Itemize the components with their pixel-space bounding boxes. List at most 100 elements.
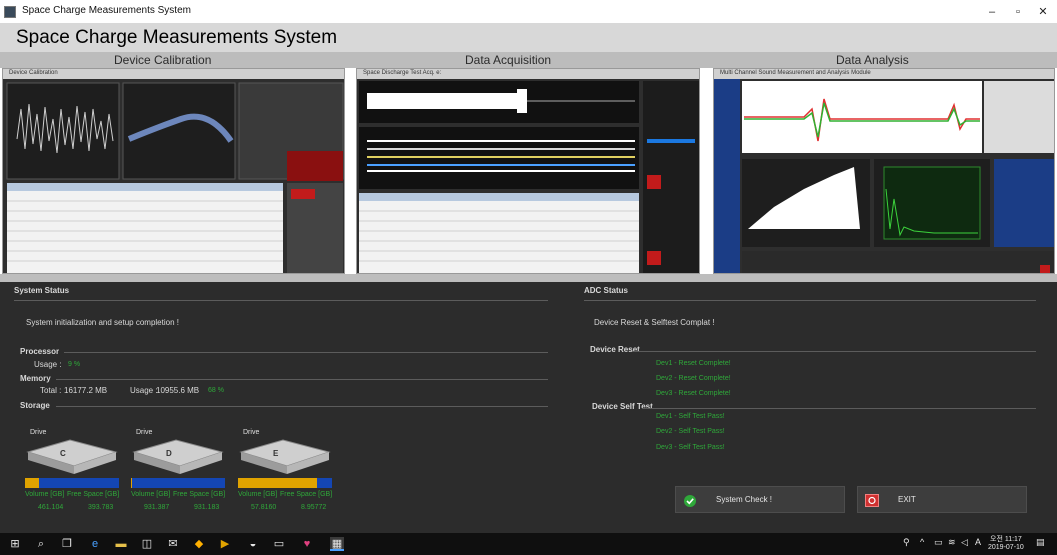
divider: [632, 351, 1036, 352]
processor-usage-value: 9 %: [68, 361, 81, 368]
browser-icon[interactable]: e: [88, 537, 102, 551]
tray-date[interactable]: 2019-07-10: [988, 544, 1024, 551]
maximize-button[interactable]: ▫: [1007, 3, 1029, 21]
task-view-icon[interactable]: ❐: [60, 537, 74, 551]
drive-label: Drive: [136, 429, 153, 436]
tray-wifi-icon[interactable]: ≋: [948, 537, 956, 548]
divider: [56, 379, 548, 380]
exit-label: EXIT: [898, 495, 916, 504]
tray-time[interactable]: 오전 11:17: [990, 534, 1022, 544]
acquisition-preview-caption: Space Discharge Test Acq. e:: [363, 70, 442, 76]
tab-data-analysis[interactable]: Data Analysis: [836, 53, 909, 67]
store-icon[interactable]: ◫: [140, 537, 154, 551]
free-space-value: 931.183: [194, 504, 220, 511]
memory-total-value: 16177.2 MB: [64, 386, 108, 395]
drive-letter: C: [60, 449, 66, 458]
free-space-value: 8.95772: [301, 504, 327, 511]
file-explorer-icon[interactable]: ▬: [114, 537, 128, 551]
memory-total-label: Total :: [40, 386, 62, 395]
calibration-preview-thumbnail: [6, 82, 344, 273]
memory-usage-value: 10955.6 MB: [156, 386, 200, 395]
system-check-label: System Check !: [716, 495, 773, 504]
free-space-value: 393.783: [88, 504, 114, 511]
media-player-icon[interactable]: ▶: [218, 537, 232, 551]
tray-chevron-up-icon[interactable]: ^: [920, 537, 924, 547]
minimize-button[interactable]: –: [981, 3, 1003, 21]
memory-heading: Memory: [20, 374, 51, 383]
drive-used-fill: [238, 478, 317, 488]
acquisition-preview-thumbnail: [359, 81, 699, 273]
divider: [56, 406, 548, 407]
drive-used-fill: [131, 478, 132, 488]
drive-usage-bar: [131, 478, 225, 488]
notification-icon[interactable]: ▤: [1036, 537, 1045, 548]
free-space-label: Free Space [GB]: [280, 491, 333, 498]
data-acquisition-preview[interactable]: Space Discharge Test Acq. e:: [356, 68, 700, 274]
storage-heading: Storage: [20, 401, 50, 410]
application-window: Space Charge Measurements System – ▫ ✕ S…: [0, 0, 1057, 555]
divider: [64, 352, 548, 353]
drive-letter: D: [166, 449, 172, 458]
adc-status-message: Device Reset & Selftest Complat !: [594, 318, 715, 327]
hard-drive-icon: E: [239, 439, 331, 474]
drive-used-fill: [25, 478, 39, 488]
divider: [642, 408, 1036, 409]
drive-label: Drive: [30, 429, 47, 436]
free-space-label: Free Space [GB]: [173, 491, 226, 498]
drive-label: Drive: [243, 429, 260, 436]
analysis-preview-thumbnail: [714, 79, 1054, 273]
volume-label: Volume [GB]: [25, 491, 65, 498]
app-header: Space Charge Measurements System: [0, 24, 1057, 52]
processor-usage-label: Usage :: [34, 360, 62, 369]
tab-data-acquisition[interactable]: Data Acquisition: [465, 53, 551, 67]
exit-icon: [865, 494, 879, 507]
status-panel: System Status System initialization and …: [0, 282, 1057, 533]
app-icon: [4, 6, 16, 18]
processor-heading: Processor: [20, 347, 60, 356]
calibration-preview-caption: Device Calibration: [9, 70, 58, 76]
search-icon[interactable]: ⌕: [34, 537, 48, 551]
memory-usage-label: Usage :: [130, 386, 158, 395]
app-icon-1[interactable]: ◆: [192, 537, 206, 551]
system-check-button[interactable]: System Check !: [675, 486, 845, 513]
reset-status-item: Dev1 - Reset Complete!: [656, 360, 731, 367]
self-test-status-item: Dev1 - Self Test Pass!: [656, 413, 725, 420]
reset-status-item: Dev2 - Reset Complete!: [656, 375, 731, 382]
free-space-label: Free Space [GB]: [67, 491, 120, 498]
self-test-status-item: Dev2 - Self Test Pass!: [656, 428, 725, 435]
separator-strip: [0, 274, 1057, 282]
mail-icon[interactable]: ✉: [166, 537, 180, 551]
device-reset-heading: Device Reset: [590, 345, 640, 354]
notepad-icon[interactable]: ▭: [272, 537, 286, 551]
divider: [584, 300, 1036, 301]
start-icon[interactable]: ⊞: [8, 537, 22, 551]
tray-network-icon[interactable]: ▭: [934, 537, 943, 548]
hard-drive-icon: C: [26, 439, 118, 474]
taskbar: ⊞ ⌕ ❐ e ▬ ◫ ✉ ◆ ▶ ◒ ▭ ♥ ▦ ⚲ ^ ▭ ≋ ◁ A 오전…: [0, 533, 1057, 555]
tray-volume-icon[interactable]: ◁: [961, 537, 968, 548]
paint-icon[interactable]: ◒: [246, 537, 260, 551]
tray-input-method[interactable]: A: [975, 537, 981, 547]
drive-usage-bar: [25, 478, 119, 488]
volume-value: 461.104: [38, 504, 64, 511]
tab-device-calibration[interactable]: Device Calibration: [114, 53, 211, 67]
volume-label: Volume [GB]: [131, 491, 171, 498]
device-self-test-heading: Device Self Test: [592, 402, 653, 411]
space-charge-app-taskbar-icon[interactable]: ▦: [330, 537, 344, 551]
close-button[interactable]: ✕: [1032, 3, 1054, 21]
volume-value: 57.8160: [251, 504, 277, 511]
system-status-heading: System Status: [14, 286, 70, 295]
page-title: Space Charge Measurements System: [16, 27, 338, 48]
check-circle-icon: [684, 495, 696, 507]
adc-status-heading: ADC Status: [584, 286, 629, 295]
data-analysis-preview[interactable]: Multi Channel Sound Measurement and Anal…: [713, 68, 1055, 274]
volume-value: 931.387: [144, 504, 170, 511]
app-icon-2[interactable]: ♥: [300, 537, 314, 551]
self-test-status-item: Dev3 - Self Test Pass!: [656, 444, 725, 451]
divider: [14, 300, 548, 301]
device-calibration-preview[interactable]: Device Calibration: [2, 68, 345, 274]
title-bar: Space Charge Measurements System – ▫ ✕: [0, 0, 1057, 24]
tray-user-icon[interactable]: ⚲: [903, 537, 910, 548]
system-status-message: System initialization and setup completi…: [26, 318, 179, 327]
exit-button[interactable]: EXIT: [857, 486, 1027, 513]
